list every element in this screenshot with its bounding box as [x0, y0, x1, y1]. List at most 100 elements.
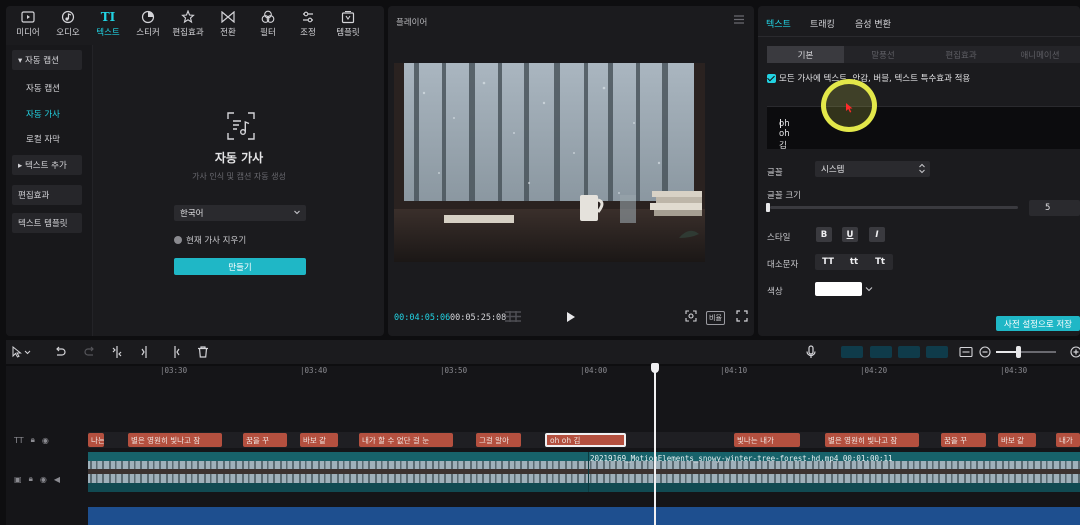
lock-icon[interactable]: 🔒︎ — [29, 474, 33, 484]
text-content-input[interactable]: oh oh 김 — [767, 106, 1080, 151]
subtab-effects[interactable]: 편집효과 — [922, 46, 1000, 63]
create-lyrics-button[interactable]: 만들기 — [174, 258, 306, 275]
aspect-ratio-button[interactable]: 비율 — [706, 311, 725, 325]
clear-lyrics-option[interactable]: 현재 가사 지우기 — [174, 234, 246, 246]
checkbox-icon — [767, 73, 776, 83]
eye-icon[interactable]: ◉ — [42, 436, 49, 445]
case-toggle-group: TT tt Tt — [815, 254, 893, 270]
underline-button[interactable]: U — [842, 227, 858, 242]
ruler-label: |03:30 — [160, 366, 188, 375]
video-clip[interactable]: 20219169_MotionElements_snowy-winter-tre… — [88, 452, 1080, 492]
italic-button[interactable]: I — [869, 227, 885, 242]
font-select[interactable]: 시스템 — [815, 161, 930, 177]
lowercase-button[interactable]: tt — [841, 254, 867, 270]
tool-sticker[interactable]: 스티커 — [128, 6, 168, 41]
subtab-animation[interactable]: 애니메이션 — [1000, 46, 1080, 63]
tool-template[interactable]: 템플릿 — [328, 6, 368, 41]
font-size-slider-track[interactable] — [770, 206, 1018, 209]
tab-voice-change[interactable]: 음성 변환 — [855, 17, 891, 30]
lyric-clip[interactable]: 꿈을 꾸 — [243, 433, 287, 447]
lyric-clip[interactable]: 그걸 알아 — [476, 433, 521, 447]
lyric-clip[interactable]: 나는 — [88, 433, 104, 447]
timecode-grid-icon[interactable] — [505, 311, 521, 322]
titlecase-button[interactable]: Tt — [867, 254, 893, 270]
trim-right-icon[interactable] — [169, 344, 181, 360]
tab-text[interactable]: 텍스트 — [766, 17, 791, 30]
ruler-label: |04:20 — [860, 366, 888, 375]
trim-left-icon[interactable] — [140, 344, 152, 360]
timeline[interactable]: |03:30 |03:40 |03:50 |04:00 |04:10 |04:2… — [6, 363, 1080, 525]
tab-tracking[interactable]: 트래킹 — [810, 17, 835, 30]
tool-filter[interactable]: 필터 — [248, 6, 288, 41]
effects-icon — [180, 9, 196, 24]
auto-lyrics-description: 가사 인식 및 캡션 자동 생성 — [192, 172, 286, 181]
tool-text[interactable]: TI 텍스트 — [88, 6, 128, 41]
tool-label: 필터 — [260, 27, 276, 38]
redo-icon[interactable] — [84, 344, 96, 360]
text-color-swatch[interactable] — [815, 282, 862, 296]
nav-item-text-effects[interactable]: 편집효과 — [12, 185, 82, 205]
nav-section-add-text[interactable]: ▸ 텍스트 추가 — [12, 155, 82, 175]
language-select[interactable]: 한국어 — [174, 205, 306, 221]
save-preset-button[interactable]: 사전 설정으로 저장 — [996, 316, 1080, 331]
subtab-basic[interactable]: 기본 — [767, 46, 844, 63]
speaker-icon[interactable]: ◀ — [54, 475, 60, 484]
playhead[interactable] — [654, 366, 656, 525]
tool-adjust[interactable]: 조정 — [288, 6, 328, 41]
lyric-clip[interactable]: 빛나는 내가 — [734, 433, 800, 447]
lyric-clip[interactable]: 바보 같 — [300, 433, 338, 447]
video-track-icon: ▣ — [14, 474, 22, 484]
lock-icon[interactable]: 🔒︎ — [31, 435, 35, 445]
ruler-label: |03:40 — [300, 366, 328, 375]
zoom-out-icon[interactable] — [979, 344, 991, 360]
video-preview[interactable] — [394, 63, 705, 262]
microphone-icon[interactable] — [806, 344, 816, 360]
uppercase-button[interactable]: TT — [815, 254, 841, 270]
inspector-panel: 텍스트 트래킹 음성 변환 기본 말풍선 편집효과 애니메이션 모든 가사에 텍… — [758, 6, 1080, 336]
lyric-clip[interactable]: 내가 할 수 없단 걸 눈 — [359, 433, 453, 447]
split-icon[interactable] — [111, 344, 123, 360]
font-size-input[interactable]: 5 — [1029, 200, 1080, 216]
chevron-updown-icon — [919, 163, 925, 174]
lyric-clip[interactable]: 별은 영원히 빛나고 잠 — [825, 433, 919, 447]
select-tool-icon[interactable] — [12, 344, 32, 360]
main-track-magnet-button[interactable] — [841, 346, 863, 358]
nav-section-auto-caption[interactable]: ▾ 자동 캡션 — [12, 50, 82, 70]
nav-item-local-subtitle[interactable]: 로컬 자막 — [26, 129, 96, 149]
font-size-slider-thumb[interactable] — [766, 203, 770, 212]
video-clip-label: 20219169_MotionElements_snowy-winter-tre… — [590, 454, 893, 463]
zoom-slider-thumb[interactable] — [1016, 346, 1021, 358]
nav-item-auto-caption[interactable]: 자동 캡션 — [26, 78, 96, 98]
tool-effects[interactable]: 편집효과 — [168, 6, 208, 41]
menu-icon[interactable] — [734, 15, 744, 24]
auto-snap-button[interactable] — [870, 346, 892, 358]
eye-icon[interactable]: ◉ — [40, 475, 47, 484]
bold-button[interactable]: B — [816, 227, 832, 242]
zoom-in-icon[interactable] — [1070, 344, 1080, 360]
fit-screen-icon[interactable] — [685, 310, 697, 322]
play-icon[interactable] — [566, 311, 576, 323]
linkage-button[interactable] — [898, 346, 920, 358]
chevron-down-icon[interactable] — [864, 284, 874, 294]
player-title: 플레이어 — [396, 18, 428, 28]
delete-icon[interactable] — [197, 344, 209, 360]
fullscreen-icon[interactable] — [736, 310, 748, 322]
subtab-bubble[interactable]: 말풍선 — [844, 46, 922, 63]
nav-item-text-template[interactable]: 텍스트 템플릿 — [12, 213, 82, 233]
preview-axis-button[interactable] — [926, 346, 948, 358]
undo-icon[interactable] — [54, 344, 66, 360]
lyric-clip[interactable]: 바보 같 — [998, 433, 1036, 447]
tool-media[interactable]: 미디어 — [8, 6, 48, 41]
nav-item-auto-lyrics[interactable]: 자동 가사 — [26, 104, 96, 124]
lyric-clip[interactable]: 꿈을 꾸 — [941, 433, 986, 447]
time-ruler[interactable]: |03:30 |03:40 |03:50 |04:00 |04:10 |04:2… — [88, 366, 1080, 378]
lyric-clip[interactable]: 내가 — [1056, 433, 1080, 447]
tool-label: 미디어 — [16, 27, 40, 38]
tool-audio[interactable]: 오디오 — [48, 6, 88, 41]
lyric-clip-selected[interactable]: oh oh 김 — [545, 433, 626, 447]
apply-all-lyrics-checkbox[interactable]: 모든 가사에 텍스트, 안감, 버블, 텍스트 특수효과 적용 — [767, 72, 970, 84]
caption-preview-icon[interactable] — [959, 344, 973, 360]
tool-transition[interactable]: 전환 — [208, 6, 248, 41]
audio-track[interactable] — [88, 507, 1080, 525]
lyric-clip[interactable]: 별은 영원히 빛나고 잠 — [128, 433, 222, 447]
